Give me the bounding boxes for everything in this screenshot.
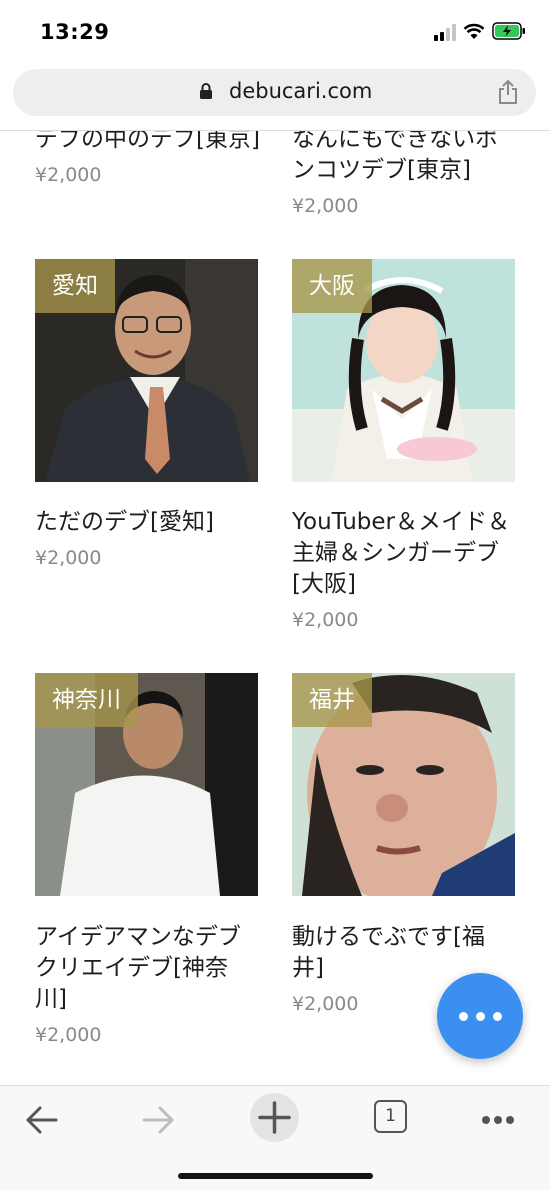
more-icon[interactable] xyxy=(474,1096,522,1144)
product-card[interactable]: YouTuber＆メイド＆主婦＆シンガーデブ[大阪] ¥2,000 xyxy=(292,507,514,634)
product-card[interactable]: ただのデブ[愛知] ¥2,000 xyxy=(35,507,265,572)
status-bar: 13:29 xyxy=(0,0,550,64)
signal-icon xyxy=(434,24,460,41)
product-title[interactable]: デブの中のデブ[東京] xyxy=(35,131,265,155)
new-tab-button[interactable] xyxy=(250,1093,299,1142)
product-image[interactable]: 神奈川 xyxy=(35,673,258,896)
tabs-count: 1 xyxy=(385,1106,396,1126)
more-actions-button[interactable] xyxy=(437,973,523,1059)
prefecture-badge: 愛知 xyxy=(35,259,115,313)
product-image[interactable]: 大阪 xyxy=(292,259,515,482)
product-title[interactable]: YouTuber＆メイド＆主婦＆シンガーデブ[大阪] xyxy=(292,507,514,600)
product-card[interactable]: デブの中のデブ[東京] ¥2,000 xyxy=(35,131,265,189)
prefecture-badge: 福井 xyxy=(292,673,372,727)
lock-icon xyxy=(200,83,212,99)
product-card[interactable]: アイデアマンなデブ クリエイデブ[神奈川] ¥2,000 xyxy=(35,922,259,1049)
product-price: ¥2,000 xyxy=(292,609,359,631)
product-image[interactable]: 福井 xyxy=(292,673,515,896)
product-image[interactable]: 愛知 xyxy=(35,259,258,482)
battery-icon xyxy=(492,22,525,40)
product-title[interactable]: ただのデブ[愛知] xyxy=(35,507,265,538)
home-indicator xyxy=(178,1173,373,1179)
tabs-button[interactable]: 1 xyxy=(374,1100,407,1133)
product-price: ¥2,000 xyxy=(292,195,359,217)
product-price: ¥2,000 xyxy=(35,1024,102,1046)
product-title[interactable]: アイデアマンなデブ クリエイデブ[神奈川] xyxy=(35,922,259,1015)
product-price: ¥2,000 xyxy=(35,547,102,569)
prefecture-badge: 大阪 xyxy=(292,259,372,313)
product-grid: デブの中のデブ[東京] ¥2,000 なんにもできないポンコツデブ[東京] ¥2… xyxy=(0,131,550,1085)
status-time: 13:29 xyxy=(40,20,110,44)
address-bar[interactable]: debucari.com xyxy=(13,69,536,116)
new-tab-icon xyxy=(258,1101,291,1134)
url-text: debucari.com xyxy=(229,79,373,103)
prefecture-badge: 神奈川 xyxy=(35,673,138,727)
product-price: ¥2,000 xyxy=(35,164,102,186)
wifi-icon xyxy=(463,23,485,39)
back-icon[interactable] xyxy=(18,1096,66,1144)
share-icon[interactable] xyxy=(497,79,519,105)
product-title[interactable]: なんにもできないポンコツデブ[東京] xyxy=(292,131,520,186)
forward-icon[interactable] xyxy=(134,1096,182,1144)
product-card[interactable]: なんにもできないポンコツデブ[東京] ¥2,000 xyxy=(292,131,520,220)
